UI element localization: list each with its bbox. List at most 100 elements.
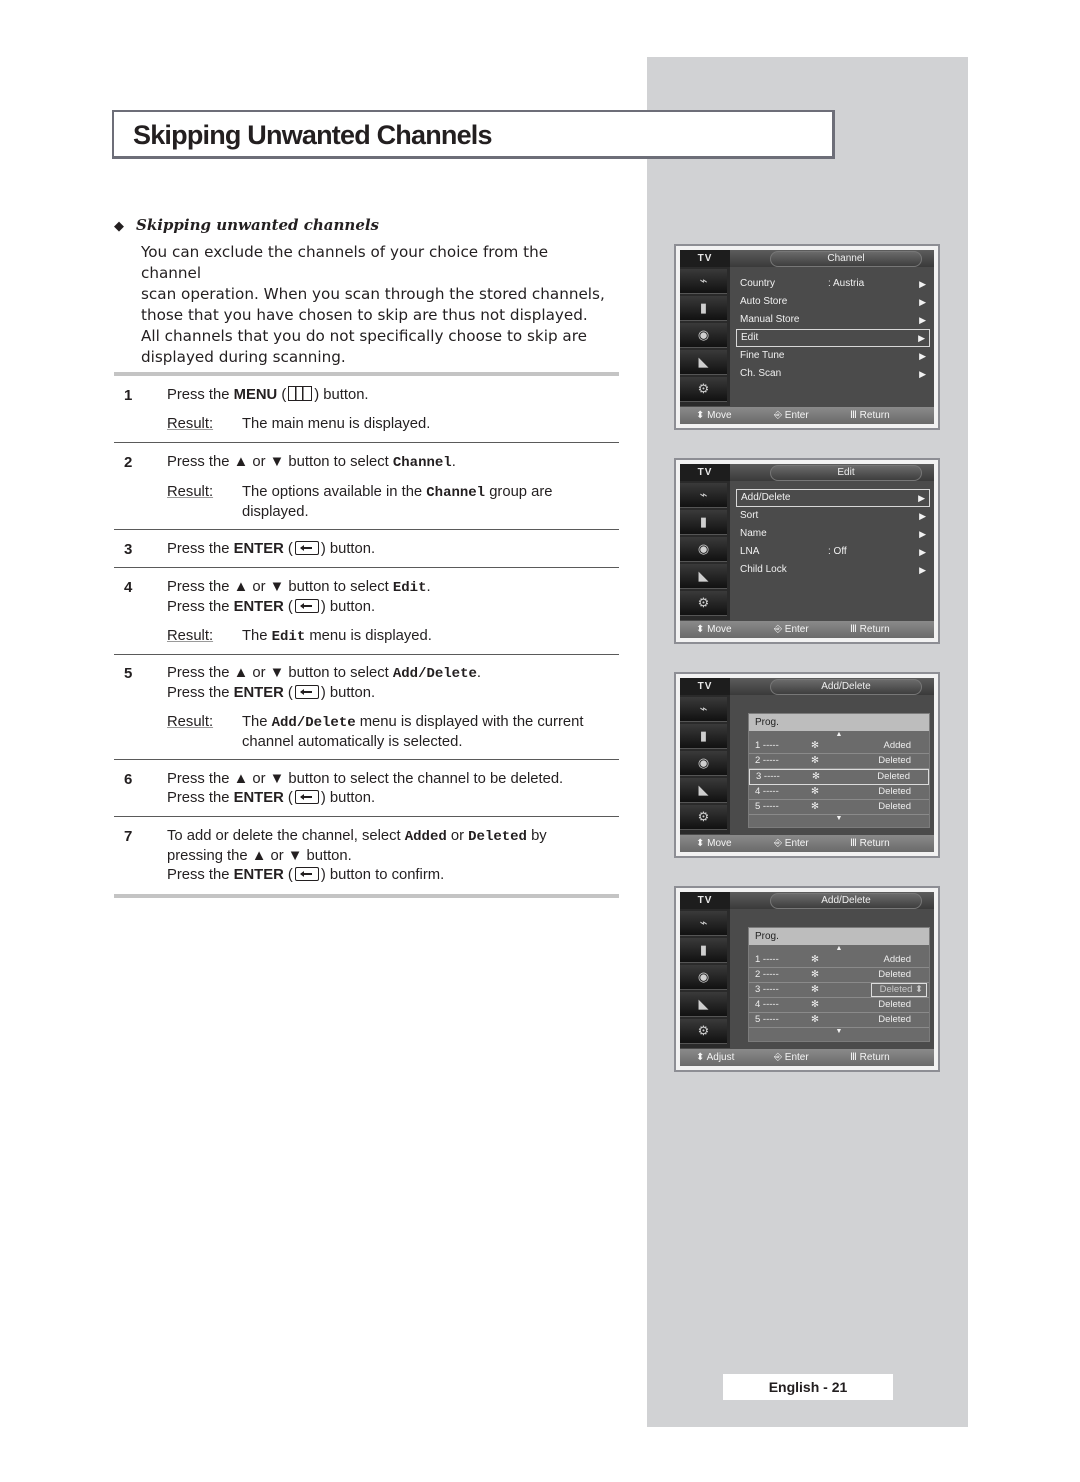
divider-top: [114, 372, 619, 376]
step-body: Press the ▲ or ▼ button to select Add/De…: [167, 664, 617, 752]
program-row[interactable]: 3 ----- ✻ Deleted ⬍: [749, 983, 929, 998]
program-row[interactable]: 4 ----- ✻ Deleted: [749, 785, 929, 800]
status-selector[interactable]: Deleted ⬍: [870, 983, 927, 997]
enter-hint: ⎆ Enter: [774, 410, 809, 421]
osd-menu-item[interactable]: Country: Austria ▶: [736, 275, 930, 293]
step-number: 7: [124, 828, 133, 845]
osd-title-bar: Add/Delete: [730, 678, 934, 695]
step-body: Press the ENTER () button.: [167, 540, 617, 559]
osd-menu-item[interactable]: Ch. Scan ▶: [736, 365, 930, 383]
enter-button-icon: [294, 790, 319, 804]
program-row[interactable]: 3 ----- ✻ Deleted: [749, 769, 929, 785]
osd-menu-item[interactable]: Sort ▶: [736, 507, 930, 525]
step-divider: [114, 654, 619, 655]
picture-icon: ▮: [680, 296, 727, 321]
section-heading-text: Skipping unwanted channels: [136, 216, 380, 234]
osd-title-bar: Add/Delete: [730, 892, 934, 909]
osd-title-bar: Edit: [730, 464, 934, 481]
osd-menu-item[interactable]: LNA: Off ▶: [736, 543, 930, 561]
button-name: MENU: [233, 387, 278, 403]
program-row[interactable]: 5 ----- ✻ Deleted: [749, 800, 929, 815]
return-hint: Ⅲ Return: [850, 624, 890, 635]
step-text-line: Press the ▲ or ▼ button to select the ch…: [167, 771, 564, 787]
scroll-up-icon: ▲: [835, 945, 843, 952]
osd-item-label: Auto Store: [740, 296, 788, 307]
step-number: 6: [124, 771, 133, 788]
osd-item-label: LNA: [740, 546, 760, 557]
step-body: Press the ▲ or ▼ button to select Channe…: [167, 453, 617, 522]
program-list-header: Prog.: [749, 714, 929, 731]
program-status: Deleted: [878, 969, 911, 980]
program-status: Deleted: [878, 801, 911, 812]
menu-item-name: Add/Delete: [392, 666, 477, 682]
osd-menu-item[interactable]: Fine Tune ▶: [736, 347, 930, 365]
step-text-line: The options available in the Channel gro…: [242, 484, 553, 501]
step-body: Press the MENU () button. Result: The main…: [167, 386, 617, 434]
page-title: Skipping Unwanted Channels: [133, 120, 493, 150]
menu-item-name: Channel: [426, 485, 486, 501]
result-label: Result:: [167, 416, 214, 432]
menu-item-name: Added: [404, 829, 447, 845]
menu-item-name: Edit: [392, 580, 427, 596]
tv-source-label: TV: [680, 678, 730, 695]
button-name: ENTER: [233, 599, 284, 615]
osd-menu-item[interactable]: Add/Delete ▶: [736, 489, 930, 507]
osd-menu-item[interactable]: Child Lock ▶: [736, 561, 930, 579]
intro-line: You can exclude the channels of your cho…: [141, 243, 549, 282]
program-row[interactable]: 1 ----- ✻ Added: [749, 953, 929, 968]
button-name: ENTER: [233, 541, 284, 557]
program-name: 4 -----: [755, 999, 779, 1010]
menu-item-name: Add/Delete: [271, 715, 356, 731]
program-mark-icon: ✻: [812, 771, 820, 782]
osd-category-icons: ⌁ ▮ ◉ ◣ ⚙: [680, 481, 730, 620]
program-name: 3 -----: [755, 984, 779, 995]
tv-osd-screen: TV Edit ⌁ ▮ ◉ ◣ ⚙ Add/Delete ▶ Sort ▶ Name ▶ LNA: Off…: [674, 458, 940, 644]
osd-category-icons: ⌁ ▮ ◉ ◣ ⚙: [680, 267, 730, 406]
menu-item-name: Channel: [392, 455, 452, 471]
step-number: 5: [124, 665, 133, 682]
step-text-line: Press the ENTER () button.: [167, 790, 376, 806]
step-number: 4: [124, 579, 133, 596]
enter-button-icon: [294, 685, 319, 699]
chevron-right-icon: ▶: [919, 529, 926, 539]
enter-button-icon: [294, 599, 319, 613]
program-status: Added: [883, 954, 911, 965]
program-row[interactable]: 5 ----- ✻ Deleted: [749, 1013, 929, 1028]
step-text-line: The main menu is displayed.: [242, 416, 431, 432]
program-row[interactable]: 4 ----- ✻ Deleted: [749, 998, 929, 1013]
step-divider: [114, 529, 619, 530]
osd-menu-items: Country: Austria ▶ Auto Store ▶ Manual Store…: [736, 275, 930, 383]
tv-osd-screen: TV Add/Delete ⌁ ▮ ◉ ◣ ⚙ Prog. ▲ 1 ----- ✻ Added 2 --…: [674, 672, 940, 858]
program-mark-icon: ✻: [811, 786, 819, 797]
program-row[interactable]: 1 ----- ✻ Added: [749, 739, 929, 754]
input-icon: ⌁: [680, 483, 727, 508]
chevron-right-icon: ▶: [919, 279, 926, 289]
osd-menu-item[interactable]: Auto Store ▶: [736, 293, 930, 311]
nav-hint: ⬍ Adjust: [696, 1052, 735, 1063]
tv-source-label: TV: [680, 250, 730, 267]
program-row[interactable]: 2 ----- ✻ Deleted: [749, 754, 929, 769]
program-status: Deleted: [878, 755, 911, 766]
osd-menu-item[interactable]: Manual Store ▶: [736, 311, 930, 329]
scroll-down-icon: ▼: [835, 1028, 843, 1035]
picture-icon: ▮: [680, 510, 727, 535]
program-row[interactable]: 2 ----- ✻ Deleted: [749, 968, 929, 983]
sound-icon: ◉: [680, 537, 727, 562]
step-result: Result: The main menu is displayed.: [167, 415, 617, 434]
picture-icon: ▮: [680, 724, 727, 749]
intro-line: All channels that you do not specificall…: [141, 327, 587, 345]
step-number: 1: [124, 387, 133, 404]
tv-osd-screen: TV Channel ⌁ ▮ ◉ ◣ ⚙ Country: Austria ▶ Auto Stor…: [674, 244, 940, 430]
osd-menu-item[interactable]: Name ▶: [736, 525, 930, 543]
osd-footer: ⬍ Move ⎆ Enter Ⅲ Return: [680, 407, 934, 424]
osd-menu-item[interactable]: Edit ▶: [736, 329, 930, 347]
enter-button-icon: [294, 867, 319, 881]
menu-item-name: Deleted: [468, 829, 527, 845]
osd-item-label: Manual Store: [740, 314, 800, 325]
nav-hint: ⬍ Move: [696, 624, 732, 635]
result-label: Result:: [167, 714, 214, 730]
diamond-bullet-icon: ◆: [114, 219, 124, 234]
enter-button-icon: [294, 541, 319, 555]
osd-menu-title: Channel: [770, 251, 922, 267]
program-status: Deleted: [878, 786, 911, 797]
